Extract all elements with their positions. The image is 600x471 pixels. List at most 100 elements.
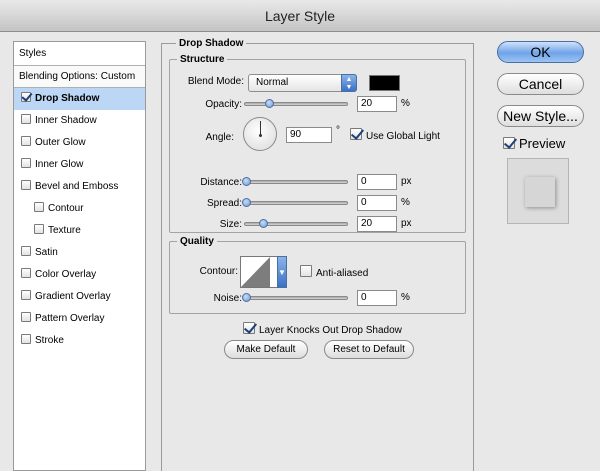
- style-item-texture[interactable]: Texture: [14, 220, 145, 242]
- style-item-pattern-overlay[interactable]: Pattern Overlay: [14, 308, 145, 330]
- spread-unit: %: [401, 197, 410, 208]
- drop-shadow-title: Drop Shadow: [176, 38, 247, 49]
- opacity-slider-knob[interactable]: [265, 99, 274, 108]
- size-slider[interactable]: [244, 219, 348, 228]
- distance-field[interactable]: 0: [357, 174, 397, 190]
- noise-unit: %: [401, 292, 410, 303]
- use-global-light-checkbox[interactable]: [350, 128, 362, 140]
- style-item-checkbox[interactable]: [21, 158, 31, 168]
- shadow-color-swatch[interactable]: [369, 75, 400, 91]
- style-item-label: Inner Glow: [35, 159, 84, 170]
- opacity-unit: %: [401, 98, 410, 109]
- style-item-gradient-overlay[interactable]: Gradient Overlay: [14, 286, 145, 308]
- style-item-inner-glow[interactable]: Inner Glow: [14, 154, 145, 176]
- anti-aliased-label: Anti-aliased: [316, 268, 369, 279]
- drop-shadow-panel: Drop Shadow Structure Blend Mode: Normal…: [161, 38, 474, 471]
- select-arrows-icon: ▲ ▼: [341, 74, 357, 92]
- noise-slider[interactable]: [242, 293, 348, 302]
- ok-button[interactable]: OK: [497, 41, 584, 63]
- preview-swatch: [525, 177, 555, 207]
- style-item-checkbox[interactable]: [21, 268, 31, 278]
- layer-knocks-out-option[interactable]: Layer Knocks Out Drop Shadow: [243, 322, 402, 336]
- size-label: Size:: [219, 219, 242, 230]
- noise-slider-knob[interactable]: [242, 293, 251, 302]
- style-item-inner-shadow[interactable]: Inner Shadow: [14, 110, 145, 132]
- style-item-checkbox[interactable]: [34, 202, 44, 212]
- preview-option[interactable]: Preview: [503, 136, 565, 151]
- style-item-stroke[interactable]: Stroke: [14, 330, 145, 352]
- noise-field[interactable]: 0: [357, 290, 397, 306]
- distance-label: Distance:: [200, 177, 242, 188]
- blend-mode-select[interactable]: Normal ▲ ▼: [248, 74, 357, 92]
- style-item-label: Stroke: [35, 335, 64, 346]
- blend-mode-value: Normal: [256, 77, 289, 88]
- contour-preview[interactable]: [240, 256, 278, 288]
- window-title: Layer Style: [264, 8, 336, 24]
- styles-panel: Styles Blending Options: Custom Drop Sha…: [13, 41, 146, 471]
- title-bar: Layer Style: [0, 0, 600, 32]
- new-style-button[interactable]: New Style...: [497, 105, 584, 127]
- preview-checkbox[interactable]: [503, 137, 515, 149]
- distance-unit: px: [401, 176, 412, 187]
- noise-label: Noise:: [213, 293, 242, 304]
- angle-dial[interactable]: [243, 117, 277, 151]
- style-item-satin[interactable]: Satin: [14, 242, 145, 264]
- angle-needle: [260, 121, 261, 135]
- structure-group: Structure Blend Mode: Normal ▲ ▼ Opacity:…: [169, 54, 466, 233]
- structure-title: Structure: [177, 54, 228, 65]
- distance-slider[interactable]: [242, 177, 348, 186]
- layer-knocks-out-checkbox[interactable]: [243, 322, 255, 334]
- angle-field[interactable]: 90: [286, 127, 332, 143]
- use-global-light-option[interactable]: Use Global Light: [350, 128, 440, 142]
- blending-options-item[interactable]: Blending Options: Custom: [14, 66, 145, 88]
- anti-aliased-checkbox[interactable]: [300, 265, 312, 277]
- distance-slider-knob[interactable]: [242, 177, 251, 186]
- style-item-drop-shadow[interactable]: Drop Shadow: [14, 88, 145, 110]
- anti-aliased-option[interactable]: Anti-aliased: [300, 265, 368, 279]
- style-item-checkbox[interactable]: [21, 334, 31, 344]
- opacity-label: Opacity:: [205, 99, 242, 110]
- reset-default-button[interactable]: Reset to Default: [324, 340, 414, 359]
- size-slider-knob[interactable]: [259, 219, 268, 228]
- spread-label: Spread:: [206, 198, 242, 209]
- style-item-checkbox[interactable]: [21, 246, 31, 256]
- layer-knocks-out-label: Layer Knocks Out Drop Shadow: [259, 325, 402, 336]
- contour-dropdown-arrow-icon[interactable]: ▼: [277, 256, 287, 288]
- style-item-checkbox[interactable]: [21, 136, 31, 146]
- style-item-contour[interactable]: Contour: [14, 198, 145, 220]
- style-item-label: Bevel and Emboss: [35, 181, 119, 192]
- style-item-bevel-and-emboss[interactable]: Bevel and Emboss: [14, 176, 145, 198]
- style-item-color-overlay[interactable]: Color Overlay: [14, 264, 145, 286]
- style-item-label: Drop Shadow: [35, 93, 100, 104]
- angle-label: Angle:: [205, 132, 234, 143]
- size-field[interactable]: 20: [357, 216, 397, 232]
- cancel-button[interactable]: Cancel: [497, 73, 584, 95]
- style-item-label: Color Overlay: [35, 269, 97, 280]
- style-item-outer-glow[interactable]: Outer Glow: [14, 132, 145, 154]
- blend-mode-label: Blend Mode:: [187, 76, 244, 87]
- style-item-checkbox[interactable]: [21, 180, 31, 190]
- angle-center-dot: [259, 134, 262, 137]
- opacity-slider[interactable]: [244, 99, 348, 108]
- style-item-checkbox[interactable]: [21, 92, 31, 102]
- opacity-field[interactable]: 20: [357, 96, 397, 112]
- make-default-button[interactable]: Make Default: [224, 340, 308, 359]
- preview-thumbnail: [507, 158, 569, 224]
- style-item-label: Gradient Overlay: [35, 291, 111, 302]
- spread-field[interactable]: 0: [357, 195, 397, 211]
- style-item-checkbox[interactable]: [21, 114, 31, 124]
- preview-label: Preview: [519, 136, 566, 151]
- style-item-label: Inner Shadow: [35, 115, 97, 126]
- dialog-content: Styles Blending Options: Custom Drop Sha…: [0, 32, 600, 471]
- style-item-checkbox[interactable]: [21, 312, 31, 322]
- spread-slider[interactable]: [242, 198, 348, 207]
- spread-slider-knob[interactable]: [242, 198, 251, 207]
- style-item-checkbox[interactable]: [21, 290, 31, 300]
- style-item-label: Contour: [48, 203, 84, 214]
- use-global-light-label: Use Global Light: [366, 131, 440, 142]
- style-item-checkbox[interactable]: [34, 224, 44, 234]
- style-item-label: Pattern Overlay: [35, 313, 105, 324]
- quality-group: Quality Contour: ▼ Anti-aliased Noise: 0…: [169, 236, 466, 314]
- styles-header[interactable]: Styles: [14, 42, 145, 66]
- style-item-label: Texture: [48, 225, 81, 236]
